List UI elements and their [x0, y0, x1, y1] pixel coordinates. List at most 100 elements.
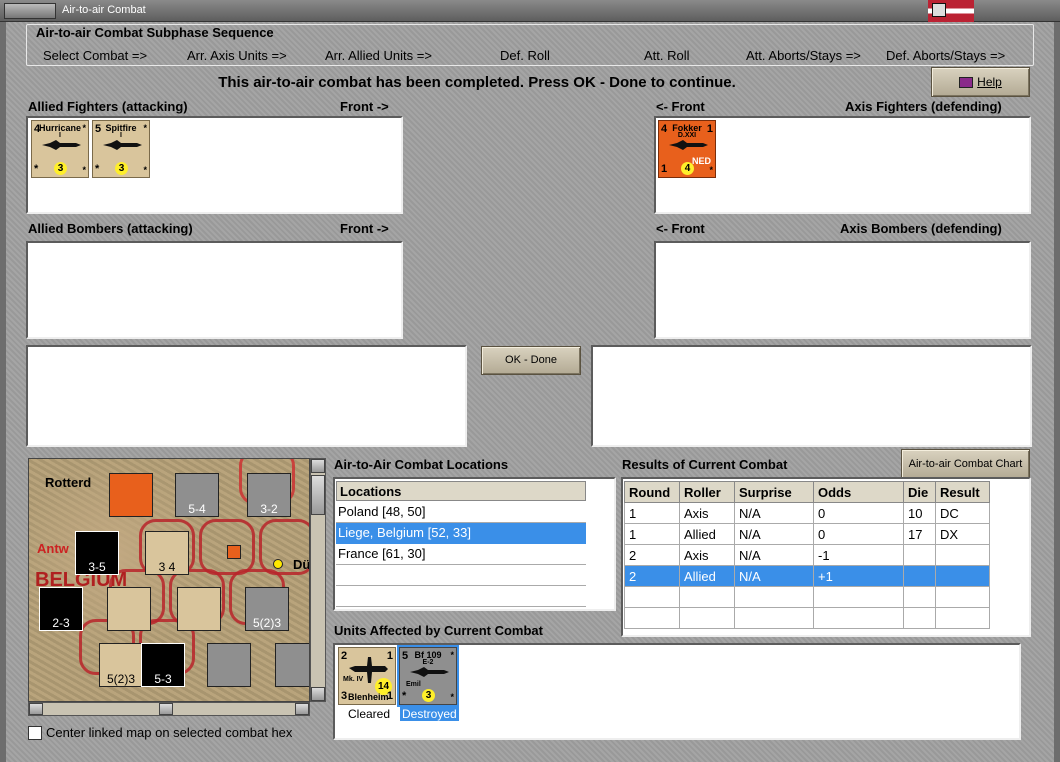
cell-surprise: N/A [734, 523, 814, 545]
fighter-plane-icon [42, 140, 81, 150]
ok-done-button[interactable]: OK - Done [481, 346, 581, 375]
step-arr-allied-units: Arr. Allied Units => [325, 48, 432, 63]
allied-fighters-front-label: Front -> [340, 99, 389, 114]
counter-corner: * [402, 690, 407, 702]
locations-title: Air-to-Air Combat Locations [334, 457, 509, 472]
spitfire-counter[interactable]: 5 Spitfire * I * 3 * [92, 120, 150, 178]
hurricane-counter[interactable]: 4 Hurricane * I * 3 * [31, 120, 89, 178]
window-title: Air-to-air Combat [62, 4, 146, 16]
cell-surprise: N/A [734, 544, 814, 566]
map-unit[interactable]: 3-5 [75, 531, 119, 575]
results-row-selected[interactable]: 2 Allied N/A +1 [624, 565, 990, 587]
cell-odds: 0 [813, 523, 904, 545]
cell-die: 10 [903, 502, 936, 524]
map-unit[interactable]: 2-3 [39, 587, 83, 631]
cell-roller: Allied [679, 523, 735, 545]
blenheim-status: Cleared [348, 707, 391, 721]
location-item[interactable]: Poland [48, 50] [336, 502, 586, 523]
bf109-counter[interactable]: 5 Bf 109 * E-2 Emil * 3 * [397, 645, 459, 707]
results-row[interactable]: 2 Axis N/A -1 [624, 544, 990, 566]
map-vertical-scrollbar[interactable] [310, 458, 326, 702]
cell-die [903, 544, 936, 566]
results-row[interactable]: 1 Axis N/A 0 10 DC [624, 502, 990, 524]
map-unit[interactable]: 3 4 [145, 531, 189, 575]
title-bar: Air-to-air Combat [0, 0, 1060, 22]
air-combat-chart-button[interactable]: Air-to-air Combat Chart [901, 449, 1030, 479]
cell-die [903, 565, 936, 587]
map-unit[interactable]: 5-4 [175, 473, 219, 517]
help-button[interactable]: Help [931, 67, 1030, 97]
mini-map[interactable]: Rotterd Antw BELGIUM Dü 5-4 3-2 3-5 3 4 … [28, 458, 310, 702]
scroll-left-button[interactable] [29, 703, 43, 715]
results-row[interactable]: 1 Allied N/A 0 17 DX [624, 523, 990, 545]
map-hurricane-unit[interactable] [107, 587, 151, 631]
location-item-selected[interactable]: Liege, Belgium [52, 33] [336, 523, 586, 544]
counter-name: Blenheim [348, 692, 389, 702]
city-dot [273, 559, 283, 569]
cell-result [935, 544, 990, 566]
col-odds[interactable]: Odds [813, 481, 904, 503]
locations-list[interactable]: Locations Poland [48, 50] Liege, Belgium… [333, 477, 616, 611]
map-fokker-unit[interactable] [109, 473, 153, 517]
blenheim-counter[interactable]: 2 1 Mk. IV 14 3 Blenheim 1 [338, 647, 396, 705]
counter-nationality: NED [691, 156, 711, 166]
step-att-aborts-stays: Att. Aborts/Stays => [746, 48, 861, 63]
subphase-sequence-title: Air-to-air Combat Subphase Sequence [36, 25, 274, 40]
scroll-right-button[interactable] [295, 703, 309, 715]
axis-fighters-label: Axis Fighters (defending) [845, 99, 1002, 114]
allied-bombers-box[interactable] [26, 241, 403, 339]
col-round[interactable]: Round [624, 481, 680, 503]
col-die[interactable]: Die [903, 481, 936, 503]
cell-odds: -1 [813, 544, 904, 566]
map-unit[interactable]: 5(2)3 [99, 643, 143, 687]
col-surprise[interactable]: Surprise [734, 481, 814, 503]
window-menu-button[interactable] [4, 3, 56, 19]
locations-header[interactable]: Locations [336, 481, 586, 501]
step-arr-axis-units: Arr. Axis Units => [187, 48, 287, 63]
map-do17-unit[interactable] [275, 643, 309, 687]
allied-bombers-label: Allied Bombers (attacking) [28, 221, 193, 236]
cell-result: DX [935, 523, 990, 545]
center-link-checkbox[interactable] [28, 726, 42, 740]
axis-fighters-front-label: <- Front [656, 99, 705, 114]
location-item[interactable]: France [61, 30] [336, 544, 586, 565]
scroll-down-button[interactable] [311, 687, 325, 701]
results-table-box[interactable]: Round Roller Surprise Odds Die Result 1 … [621, 477, 1031, 637]
location-empty-row [336, 586, 586, 607]
cell-round: 1 [624, 502, 680, 524]
german-flag-icon [928, 0, 974, 22]
fokker-counter[interactable]: 4 Fokker 1 D.XXI NED 1 4 * [658, 120, 716, 178]
counter-corner: 3 [341, 690, 348, 702]
scroll-thumb[interactable] [159, 703, 173, 715]
results-table: Round Roller Surprise Odds Die Result 1 … [624, 481, 990, 629]
defender-info-panel [591, 345, 1032, 447]
cell-round: 2 [624, 565, 680, 587]
map-unit[interactable]: 5(2)3 [245, 587, 289, 631]
cell-roller: Axis [679, 544, 735, 566]
fighter-plane-icon [669, 140, 708, 150]
cell-round: 1 [624, 523, 680, 545]
map-marker [227, 545, 241, 559]
step-att-roll: Att. Roll [644, 48, 690, 63]
results-empty-row [624, 586, 990, 608]
cell-surprise: N/A [734, 502, 814, 524]
map-unit[interactable]: 3-2 [247, 473, 291, 517]
map-bf109-unit[interactable] [207, 643, 251, 687]
counter-corner: * [34, 163, 39, 175]
counter-value-badge: 3 [54, 162, 67, 175]
col-result[interactable]: Result [935, 481, 990, 503]
scroll-thumb[interactable] [311, 475, 325, 515]
help-button-label: Help [977, 75, 1002, 89]
map-horizontal-scrollbar[interactable] [28, 702, 310, 716]
map-unit[interactable]: 5-3 [141, 643, 185, 687]
step-def-aborts-stays: Def. Aborts/Stays => [886, 48, 1006, 63]
step-def-roll: Def. Roll [500, 48, 550, 63]
counter-value-badge: 3 [115, 162, 128, 175]
counter-corner: 1 [386, 690, 393, 702]
col-roller[interactable]: Roller [679, 481, 735, 503]
counter-corner: * [450, 692, 454, 702]
axis-bombers-box[interactable] [654, 241, 1031, 339]
scroll-up-button[interactable] [311, 459, 325, 473]
map-hurricane-unit[interactable] [177, 587, 221, 631]
map-label-rotterdam: Rotterd [45, 475, 92, 490]
